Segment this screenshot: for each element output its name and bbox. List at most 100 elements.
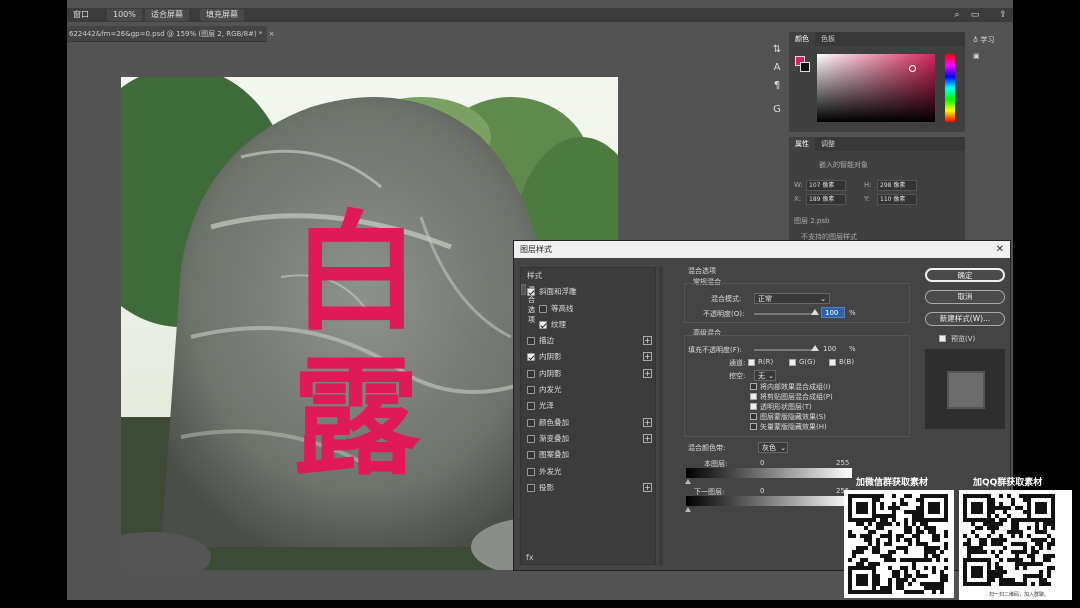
x-field[interactable]: 189 像素: [806, 194, 846, 205]
style-item-checkbox[interactable]: [527, 467, 535, 476]
y-field[interactable]: 110 像素: [877, 194, 917, 205]
cancel-button[interactable]: 取消: [925, 290, 1005, 304]
zoom-100-button[interactable]: 100%: [107, 9, 142, 21]
style-item-checkbox[interactable]: [527, 288, 535, 297]
knockout-select[interactable]: 无 ⌄: [754, 370, 776, 381]
fill-opacity-slider[interactable]: [754, 349, 818, 351]
style-item-checkbox[interactable]: [527, 353, 535, 362]
style-item[interactable]: 图案叠加: [521, 447, 655, 463]
style-item[interactable]: 纹理: [521, 317, 655, 333]
document-tab[interactable]: 622442&fm=26&gp=0.psd @ 159% (图层 2, RGB/…: [67, 26, 275, 42]
w-field[interactable]: 107 像素: [806, 180, 846, 191]
style-item[interactable]: 外发光: [521, 464, 655, 480]
new-style-button[interactable]: 新建样式(W)...: [925, 312, 1005, 326]
add-effect-icon[interactable]: +: [643, 433, 652, 443]
style-item[interactable]: 光泽: [521, 398, 655, 414]
blend-options-heading: 混合选项: [688, 267, 716, 275]
blend-mode-select[interactable]: 正常 ⌄: [754, 293, 830, 304]
paragraph-icon[interactable]: ¶: [769, 78, 785, 94]
blend-if-value: 灰色: [762, 444, 776, 452]
add-effect-icon[interactable]: +: [643, 482, 652, 492]
channel-r-checkbox[interactable]: [748, 359, 755, 366]
tab-adjustments[interactable]: 调整: [815, 137, 841, 151]
workspace-icon[interactable]: ▭: [969, 9, 981, 21]
type-icon[interactable]: A: [769, 60, 785, 76]
style-item-checkbox[interactable]: [527, 451, 535, 460]
tab-color[interactable]: 颜色: [789, 32, 815, 46]
background-swatch[interactable]: [800, 62, 810, 72]
share-icon[interactable]: ⇪: [997, 9, 1009, 21]
style-item-checkbox[interactable]: [527, 337, 535, 346]
style-item-checkbox[interactable]: [527, 418, 535, 427]
glyph-icon[interactable]: G: [769, 102, 785, 118]
channels-label: 通道:: [729, 359, 746, 367]
add-effect-icon[interactable]: +: [643, 417, 652, 427]
adjust-icon[interactable]: ⇅: [769, 42, 785, 58]
advanced-option-checkbox[interactable]: [750, 393, 757, 400]
channel-b-checkbox[interactable]: [829, 359, 836, 366]
blend-if-select[interactable]: 灰色 ⌄: [758, 442, 788, 453]
wechat-caption: 加微信群获取素材: [856, 478, 929, 488]
opacity-input[interactable]: 100: [821, 307, 845, 318]
style-item[interactable]: 内阴影 +: [521, 366, 655, 382]
this-layer-black-handle[interactable]: [685, 479, 691, 484]
style-item-checkbox[interactable]: [527, 402, 535, 411]
learn-label: 学习: [980, 36, 995, 44]
close-tab-icon[interactable]: ×: [269, 30, 275, 38]
advanced-option-checkbox[interactable]: [750, 383, 757, 390]
close-icon[interactable]: ✕: [996, 241, 1004, 258]
style-item[interactable]: 内发光: [521, 382, 655, 398]
style-item[interactable]: 颜色叠加 +: [521, 415, 655, 431]
tab-properties[interactable]: 属性: [789, 137, 815, 151]
h-field[interactable]: 298 像素: [877, 180, 917, 191]
style-item[interactable]: 渐变叠加 +: [521, 431, 655, 447]
style-item[interactable]: 投影 +: [521, 480, 655, 496]
fill-opacity-slider-handle[interactable]: [811, 345, 819, 351]
this-layer-gradient[interactable]: [686, 468, 852, 478]
search-icon[interactable]: ⌕: [951, 9, 963, 21]
style-item[interactable]: 描边 +: [521, 333, 655, 349]
color-field[interactable]: [817, 54, 935, 122]
advanced-option-checkbox[interactable]: [750, 413, 757, 420]
advanced-option-checkbox[interactable]: [750, 423, 757, 430]
style-item-checkbox[interactable]: [539, 304, 547, 313]
add-effect-icon[interactable]: +: [643, 368, 652, 378]
style-item-checkbox[interactable]: [527, 369, 535, 378]
opacity-slider-handle[interactable]: [811, 309, 819, 315]
style-item[interactable]: 等高线: [521, 301, 655, 317]
fit-screen-button[interactable]: 适合屏幕: [145, 9, 189, 21]
libraries-icon[interactable]: ▣: [967, 48, 1013, 64]
learn-item[interactable]: ♁ 学习: [967, 32, 1013, 48]
y-label: Y:: [864, 195, 870, 203]
style-item-checkbox[interactable]: [527, 434, 535, 443]
under-layer-black-handle[interactable]: [685, 507, 691, 512]
tab-swatches[interactable]: 色板: [815, 32, 841, 46]
fill-screen-button[interactable]: 填充屏幕: [200, 9, 244, 21]
opacity-slider[interactable]: [754, 313, 818, 315]
style-item-checkbox[interactable]: [527, 386, 535, 395]
carved-character-bai: 白: [292, 198, 420, 348]
window-menu[interactable]: 窗口: [67, 9, 95, 21]
style-item-label: 光泽: [539, 401, 554, 411]
channel-g-checkbox[interactable]: [789, 359, 796, 366]
style-item-checkbox[interactable]: [539, 320, 547, 329]
add-effect-icon[interactable]: +: [643, 336, 652, 346]
wechat-qr-code: [844, 490, 954, 598]
options-bar: 窗口 100% 适合屏幕 填充屏幕 ⌕ ▭ ⇪: [67, 8, 1013, 22]
preview-checkbox[interactable]: [939, 335, 946, 342]
fx-icon[interactable]: fx: [526, 553, 534, 562]
style-item-checkbox[interactable]: [527, 483, 535, 492]
advanced-option-checkbox[interactable]: [750, 403, 757, 410]
style-item[interactable]: 内阴影 +: [521, 349, 655, 365]
style-item-label: 斜面和浮雕: [539, 287, 577, 297]
ok-button[interactable]: 确定: [925, 268, 1005, 282]
fill-opacity-value[interactable]: 100: [823, 345, 836, 353]
advanced-option-label: 矢量蒙版隐藏效果(H): [760, 423, 827, 431]
hue-slider[interactable]: [945, 54, 955, 122]
style-item[interactable]: 斜面和浮雕: [521, 284, 655, 300]
add-effect-icon[interactable]: +: [643, 352, 652, 362]
color-picker-ring: [909, 65, 916, 72]
linked-file: 图层 2.psb: [794, 217, 830, 225]
under-layer-gradient[interactable]: [686, 496, 852, 506]
list-scrollbar[interactable]: [659, 267, 663, 565]
